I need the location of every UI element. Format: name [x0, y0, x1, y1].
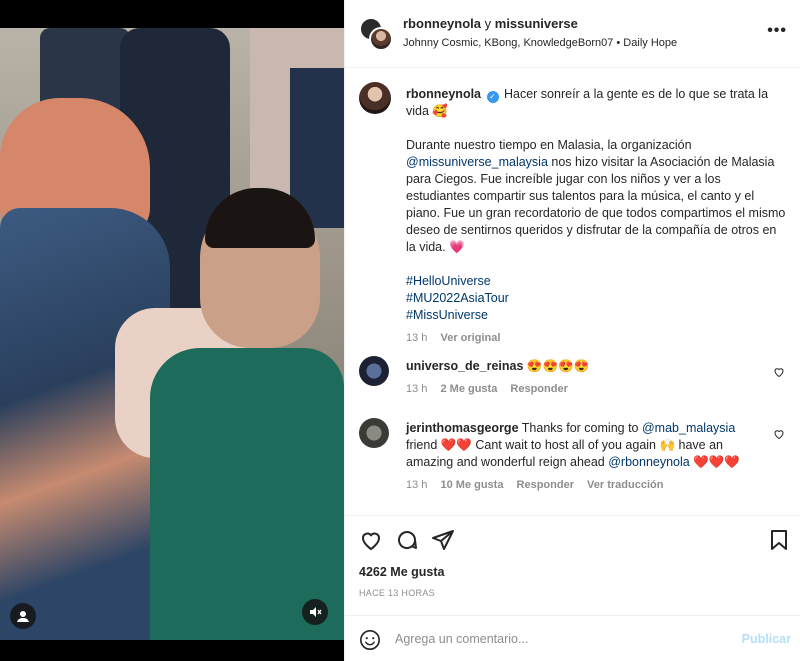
- see-original-button[interactable]: Ver original: [440, 332, 500, 344]
- emoji-smiley-icon[interactable]: [359, 629, 381, 651]
- audio-attribution[interactable]: Johnny Cosmic, KBong, KnowledgeBorn07 • …: [403, 37, 677, 49]
- comment-likes[interactable]: 2 Me gusta: [440, 383, 497, 395]
- post-video[interactable]: [0, 0, 344, 661]
- speaker-muted-icon: [310, 607, 322, 617]
- more-options-icon[interactable]: •••: [767, 23, 787, 39]
- mention-link[interactable]: @rbonneynola: [608, 455, 690, 469]
- comment-time: 13 h: [406, 479, 428, 491]
- author-link-rbonneynola[interactable]: rbonneynola: [403, 16, 481, 31]
- comment-time: 13 h: [406, 383, 428, 395]
- add-comment-bar: Publicar: [345, 615, 800, 661]
- collab-avatars[interactable]: [359, 17, 393, 51]
- post-panel: rbonneynola y missuniverse Johnny Cosmic…: [344, 0, 800, 661]
- author-link-missuniverse[interactable]: missuniverse: [495, 16, 578, 31]
- post-authors: rbonneynola y missuniverse: [403, 16, 578, 31]
- like-comment-heart-icon[interactable]: [773, 428, 785, 440]
- comment-text: 😍😍😍😍: [526, 359, 590, 373]
- mute-button[interactable]: [302, 599, 328, 625]
- reply-button[interactable]: Responder: [510, 383, 567, 395]
- reply-button[interactable]: Responder: [517, 479, 574, 491]
- avatar[interactable]: [359, 82, 391, 114]
- caption-time: 13 h: [406, 332, 428, 344]
- avatar[interactable]: [359, 418, 389, 448]
- comment-username[interactable]: universo_de_reinas: [406, 359, 523, 373]
- avatar[interactable]: [359, 356, 389, 386]
- translate-button[interactable]: Ver traducción: [587, 479, 663, 491]
- comment-username[interactable]: jerinthomasgeorge: [406, 421, 519, 435]
- comment-bubble-icon[interactable]: [395, 528, 419, 552]
- mention-link[interactable]: @mab_malaysia: [642, 421, 735, 435]
- comments-section[interactable]: rbonneynola ✓ Hacer sonreír a la gente e…: [345, 68, 800, 515]
- hashtag-link[interactable]: #HelloUniverse: [406, 273, 786, 290]
- likes-count[interactable]: 4262 Me gusta: [359, 565, 444, 579]
- like-comment-heart-icon[interactable]: [773, 366, 785, 378]
- post-header: rbonneynola y missuniverse Johnny Cosmic…: [345, 0, 800, 68]
- share-paper-plane-icon[interactable]: [431, 528, 455, 552]
- hashtag-link[interactable]: #MissUniverse: [406, 307, 786, 324]
- user-icon: [17, 611, 29, 622]
- like-heart-icon[interactable]: [359, 528, 383, 552]
- tagged-users-button[interactable]: [10, 603, 36, 629]
- publish-button[interactable]: Publicar: [742, 632, 791, 646]
- hashtag-link[interactable]: #MU2022AsiaTour: [406, 290, 786, 307]
- comment-input[interactable]: [395, 628, 715, 650]
- author-connector: y: [484, 16, 492, 31]
- caption-body: Durante nuestro tiempo en Malasia, la or…: [406, 138, 786, 254]
- post-timestamp: HACE 13 HORAS: [359, 588, 435, 598]
- comment-likes[interactable]: 10 Me gusta: [440, 479, 503, 491]
- verified-badge-icon: ✓: [486, 91, 499, 103]
- save-bookmark-icon[interactable]: [767, 528, 791, 552]
- video-frame: [0, 28, 344, 640]
- hashtags: #HelloUniverse #MU2022AsiaTour #MissUniv…: [406, 273, 786, 324]
- mention-link[interactable]: @missuniverse_malaysia: [406, 155, 548, 169]
- caption-username[interactable]: rbonneynola: [406, 87, 481, 101]
- caption-meta: 13 h Ver original: [406, 330, 786, 347]
